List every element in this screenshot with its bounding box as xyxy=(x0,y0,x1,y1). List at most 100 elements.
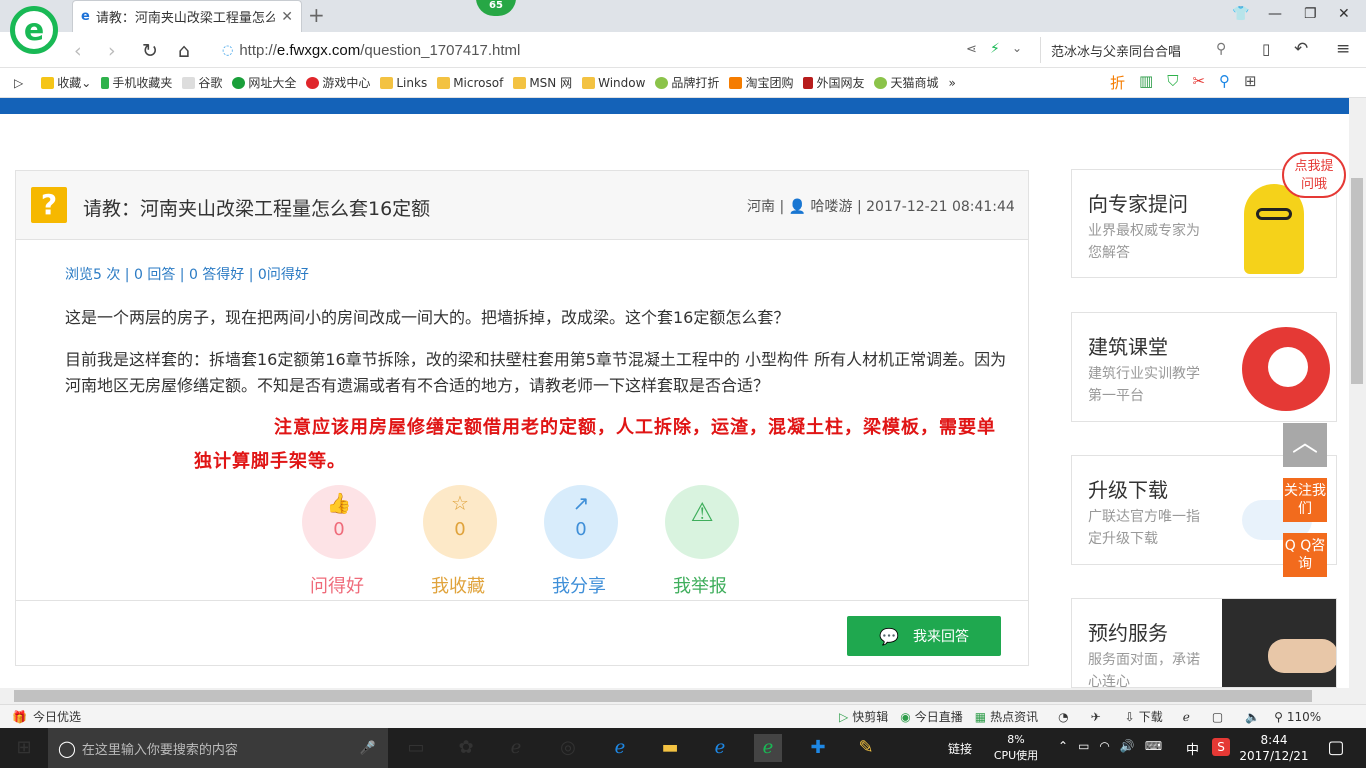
like-label[interactable]: 问得好 xyxy=(287,572,387,598)
course-card[interactable]: 建筑课堂 建筑行业实训教学第一平台 xyxy=(1071,312,1337,422)
app-notify-icon[interactable]: ◎ xyxy=(554,734,582,762)
horizontal-scroll-thumb[interactable] xyxy=(14,690,1312,702)
bookmarks-more[interactable]: » xyxy=(948,76,955,90)
maximize-icon[interactable]: ❐ xyxy=(1304,6,1317,22)
bookmark-folder[interactable]: MSN 网 xyxy=(513,74,572,91)
share-icon[interactable]: ⋖ xyxy=(966,42,977,57)
phone-icon[interactable]: ▯ xyxy=(1262,40,1270,58)
notification-center-icon[interactable]: ▢ xyxy=(1322,734,1350,762)
network-label[interactable]: 链接 xyxy=(948,740,972,757)
keyboard-icon[interactable]: ⌨ xyxy=(1145,739,1162,753)
speed-icon[interactable]: ◔ xyxy=(1058,710,1068,724)
tab-close-icon[interactable]: ✕ xyxy=(281,9,293,25)
search-icon[interactable]: ⚲ xyxy=(1216,41,1226,57)
bookmark-item[interactable]: 网址大全 xyxy=(232,74,296,91)
status-download[interactable]: 下载 xyxy=(1139,708,1163,725)
bookmark-item[interactable]: 手机收藏夹 xyxy=(101,74,172,91)
ime-indicator[interactable]: 中 xyxy=(1186,739,1199,758)
active-browser-icon[interactable]: ℯ xyxy=(754,734,782,762)
favorite-button[interactable]: ☆ 0 xyxy=(423,485,497,559)
lightning-icon[interactable]: ⚡ xyxy=(990,41,1000,57)
browser-logo-icon[interactable]: e xyxy=(10,6,58,54)
favorite-label[interactable]: 我收藏 xyxy=(408,572,508,598)
cpu-widget[interactable]: 8% CPU使用 xyxy=(992,732,1040,764)
browser-app-icon[interactable]: ℯ xyxy=(502,734,530,762)
status-item[interactable]: 热点资讯 xyxy=(990,708,1038,725)
home-icon[interactable]: ⌂ xyxy=(178,40,190,62)
windows-start-icon[interactable]: ⊞ xyxy=(10,734,38,762)
status-item[interactable]: 快剪辑 xyxy=(852,708,888,725)
chevron-down-icon[interactable]: ⌄ xyxy=(1012,41,1022,55)
apps-grid-icon[interactable]: ⊞ xyxy=(1244,72,1257,93)
sound-icon[interactable]: 🔈 xyxy=(1245,710,1260,724)
shield-icon[interactable]: ⛉ xyxy=(1167,72,1178,93)
edge-icon[interactable]: ℯ xyxy=(606,734,634,762)
shirt-icon[interactable]: 👕 xyxy=(1232,6,1249,22)
zoom-level[interactable]: 110% xyxy=(1287,710,1321,724)
service-card[interactable]: 预约服务 服务面对面，承诺心连心 xyxy=(1071,598,1337,688)
bookmark-item[interactable]: 淘宝团购 xyxy=(729,74,793,91)
wifi-icon[interactable]: ◠ xyxy=(1099,739,1109,753)
back-to-top-button[interactable]: ︿ xyxy=(1283,423,1327,467)
site-info-icon[interactable]: ◌ xyxy=(222,43,233,58)
search-box[interactable]: 范冰冰与父亲同台合唱 xyxy=(1040,37,1240,63)
new-tab-button[interactable]: + xyxy=(308,4,325,26)
discount-icon[interactable]: 折 xyxy=(1110,72,1125,93)
vertical-scroll-thumb[interactable] xyxy=(1351,178,1363,384)
refresh-icon[interactable]: ↻ xyxy=(142,40,158,62)
undo-icon[interactable]: ↶ xyxy=(1294,39,1308,59)
plus-app-icon[interactable]: ✚ xyxy=(804,734,832,762)
forward-icon[interactable]: › xyxy=(108,40,116,62)
ie-mode-icon[interactable]: ℯ xyxy=(1183,710,1190,724)
leaf-icon xyxy=(655,76,669,89)
ie-icon[interactable]: ℯ xyxy=(706,734,734,762)
magnifier-icon[interactable]: ⚲ xyxy=(1219,72,1230,93)
minimize-icon[interactable]: — xyxy=(1268,6,1282,22)
bookmark-item[interactable]: 外国网友 xyxy=(803,74,864,91)
microphone-icon[interactable]: 🎤 xyxy=(360,741,376,756)
question-region[interactable]: 河南 xyxy=(747,199,775,215)
notes-app-icon[interactable]: ✎ xyxy=(852,734,880,762)
bookmark-item[interactable]: 游戏中心 xyxy=(306,74,370,91)
file-explorer-icon[interactable]: ▬ xyxy=(656,734,684,762)
like-button[interactable]: 👍 0 xyxy=(302,485,376,559)
back-icon[interactable]: ‹ xyxy=(74,40,82,62)
bookmark-item[interactable]: 天猫商城 xyxy=(874,74,938,91)
volume-icon[interactable]: 🔊 xyxy=(1120,739,1135,753)
status-item[interactable]: 今日直播 xyxy=(915,708,963,725)
status-today-picks[interactable]: 今日优选 xyxy=(33,708,81,725)
menu-icon[interactable]: ≡ xyxy=(1336,39,1350,59)
url-field[interactable]: ◌ http://e.fwxgx.com/question_1707417.ht… xyxy=(222,37,1042,63)
question-user[interactable]: 哈喽游 xyxy=(811,199,853,215)
taskbar-search-input[interactable]: 在这里输入你要搜索的内容 xyxy=(82,739,238,758)
battery-icon[interactable]: ▭ xyxy=(1078,739,1089,753)
scissors-icon[interactable]: ✂ xyxy=(1192,72,1205,93)
task-view-icon[interactable]: ▭ xyxy=(402,734,430,762)
pinwheel-icon[interactable]: ✿ xyxy=(452,734,480,762)
bookmark-folder[interactable]: Microsof xyxy=(437,76,503,90)
close-window-icon[interactable]: ✕ xyxy=(1338,6,1350,22)
bookmark-folder[interactable]: Window xyxy=(582,76,645,90)
share-label[interactable]: 我分享 xyxy=(529,572,629,598)
pin-icon[interactable]: ✈ xyxy=(1091,710,1101,724)
chevron-up-icon[interactable]: ⌃ xyxy=(1058,739,1068,753)
ask-bubble[interactable]: 点我提问哦 xyxy=(1282,152,1346,198)
bookmark-folder[interactable]: Links xyxy=(380,76,427,90)
bookmark-item[interactable]: 谷歌 xyxy=(182,74,222,91)
bookmark-item[interactable]: 收藏 ⌄ xyxy=(41,74,91,91)
taskbar-search[interactable]: ◯ 在这里输入你要搜索的内容 🎤 xyxy=(48,728,388,768)
window-icon[interactable]: ▢ xyxy=(1212,710,1223,724)
report-label[interactable]: 我举报 xyxy=(650,572,750,598)
browser-tab[interactable]: e 请教：河南夹山改梁工程量怎么套 ✕ xyxy=(72,0,302,32)
answer-button[interactable]: 💬 我来回答 xyxy=(847,616,1001,656)
book-icon[interactable]: ▥ xyxy=(1139,72,1153,93)
follow-us-button[interactable]: 关注我们 xyxy=(1283,478,1327,522)
sidebar-toggle-icon[interactable]: ▷ xyxy=(14,76,23,90)
clock[interactable]: 8:44 2017/12/21 xyxy=(1238,732,1310,764)
bookmark-item[interactable]: 品牌打折 xyxy=(655,74,719,91)
report-button[interactable]: ⚠ xyxy=(665,485,739,559)
search-input[interactable]: 范冰冰与父亲同台合唱 xyxy=(1051,41,1181,60)
share-button[interactable]: ↗ 0 xyxy=(544,485,618,559)
qq-consult-button[interactable]: Q Q咨询 xyxy=(1283,533,1327,577)
sogou-icon[interactable]: S xyxy=(1212,738,1230,756)
